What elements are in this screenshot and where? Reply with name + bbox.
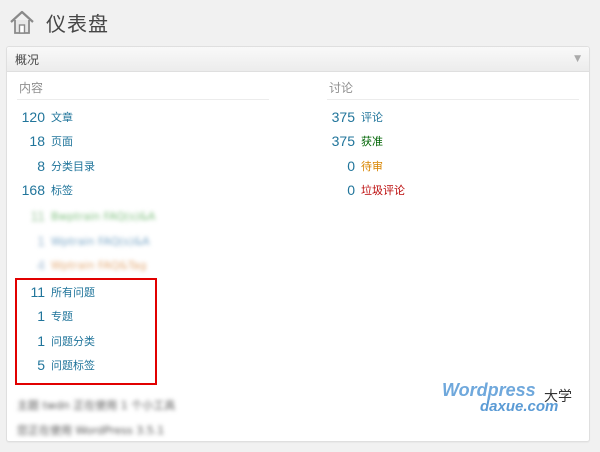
discussion-row-pending[interactable]: 0 待审 [327,154,383,178]
label[interactable]: Wptrain FAQ&Tag [51,259,146,272]
label[interactable]: 文章 [51,109,73,125]
panel-title: 概况 [15,52,40,67]
count[interactable]: 4 [17,257,45,273]
count[interactable]: 375 [327,133,355,149]
content-row-topics[interactable]: 1 专题 [17,304,73,328]
count[interactable]: 0 [327,182,355,198]
label[interactable]: 待审 [361,158,383,174]
discussion-heading: 讨论 [327,77,579,100]
label[interactable]: 所有问题 [51,284,95,300]
content-row-blurred[interactable]: 11 Bwptrain FAQ(s)&A [17,204,155,228]
label[interactable]: 问题分类 [51,333,95,349]
content-row-pages[interactable]: 18 页面 [17,129,73,153]
theme-info: 主题 twdn 正在使用 1 个小工具 [17,399,176,412]
content-row-tags[interactable]: 168 标签 [17,178,73,202]
label[interactable]: 页面 [51,133,73,149]
watermark-line3: 大学 [544,389,572,405]
content-row-question-tags[interactable]: 5 问题标签 [17,353,95,377]
content-row-blurred[interactable]: 4 Wptrain FAQ&Tag [17,253,146,277]
count[interactable]: 0 [327,158,355,174]
content-row-question-categories[interactable]: 1 问题分类 [17,329,95,353]
label[interactable]: 获准 [361,133,383,149]
label[interactable]: 分类目录 [51,158,95,174]
content-row-all-questions[interactable]: 11 所有问题 [17,280,95,304]
content-row-categories[interactable]: 8 分类目录 [17,154,95,178]
label[interactable]: Bwptrain FAQ(s)&A [51,210,155,223]
page-header: 仪表盘 [8,4,109,40]
panel-header[interactable]: 概况 ▼ [7,47,589,72]
count[interactable]: 1 [17,233,45,249]
discussion-row-comments[interactable]: 375 评论 [327,105,383,129]
content-row-blurred[interactable]: 1 Wptrain FAQ(s)&A [17,229,150,253]
discussion-row-approved[interactable]: 375 获准 [327,129,383,153]
count[interactable]: 375 [327,109,355,125]
label[interactable]: 专题 [51,308,73,324]
content-heading: 内容 [17,77,269,100]
right-now-panel: 概况 ▼ 内容 讨论 120 文章 18 页面 8 分类目录 168 标签 11… [6,46,590,442]
watermark-logo: Wordpress daxue.com 大学 [442,380,587,420]
count[interactable]: 11 [17,208,45,224]
collapse-toggle-icon[interactable]: ▼ [574,54,581,64]
count[interactable]: 8 [17,158,45,174]
label[interactable]: 垃圾评论 [361,182,405,198]
count[interactable]: 168 [17,182,45,198]
content-column: 内容 [17,77,269,100]
label[interactable]: 标签 [51,182,73,198]
count[interactable]: 5 [17,357,45,373]
count[interactable]: 18 [17,133,45,149]
count[interactable]: 1 [17,308,45,324]
count[interactable]: 120 [17,109,45,125]
count[interactable]: 11 [17,284,45,300]
home-icon [10,10,34,34]
discussion-row-spam[interactable]: 0 垃圾评论 [327,178,405,202]
page-title: 仪表盘 [46,11,109,36]
content-row-posts[interactable]: 120 文章 [17,105,73,129]
count[interactable]: 1 [17,333,45,349]
discussion-column: 讨论 [327,77,579,100]
label[interactable]: Wptrain FAQ(s)&A [51,235,150,248]
version-info: 您正在使用 WordPress 3.5.1 [17,424,165,437]
label[interactable]: 评论 [361,109,383,125]
label[interactable]: 问题标签 [51,357,95,373]
